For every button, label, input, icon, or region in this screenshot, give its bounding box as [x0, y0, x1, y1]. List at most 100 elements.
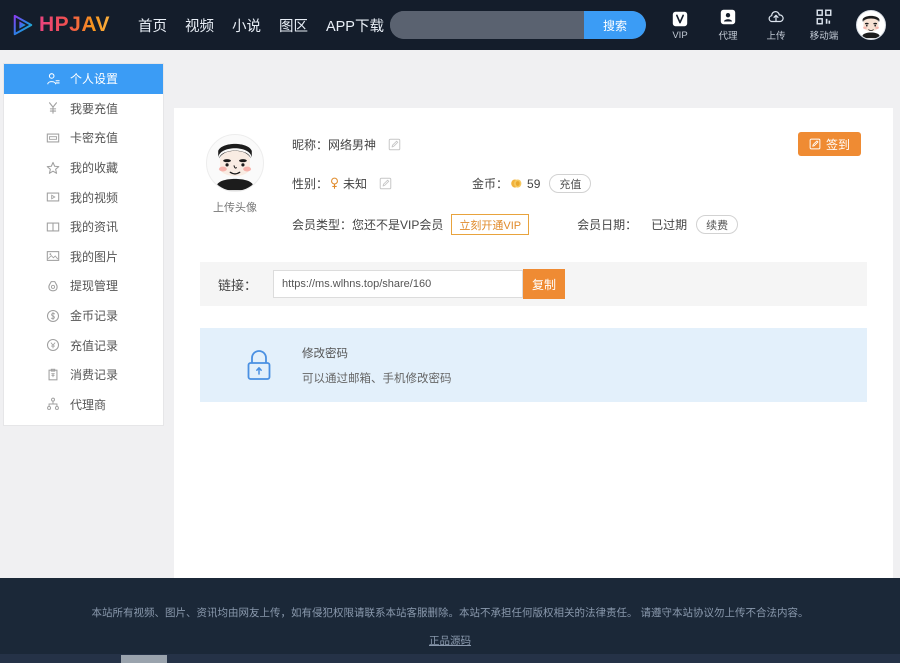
footer-disclaimer: 本站所有视频、图片、资讯均由网友上传，如有侵犯权限请联系本站客服删除。本站不承担…: [91, 607, 809, 619]
sidebar-label: 我的视频: [70, 190, 119, 205]
sidebar-label: 代理商: [70, 397, 107, 412]
sidebar-item-withdraw[interactable]: 提现管理: [4, 271, 163, 301]
agent-label: 代理: [718, 31, 738, 42]
nav-home[interactable]: 首页: [138, 15, 167, 36]
sidebar-item-card-recharge[interactable]: 卡密充值: [4, 123, 163, 153]
mobile-qr-icon: [816, 9, 832, 25]
play-triangle-icon: [13, 14, 33, 36]
agent-icon: [720, 9, 736, 25]
sidebar-item-agent[interactable]: 代理商: [4, 390, 163, 420]
scrollbar-thumb[interactable]: [121, 655, 167, 663]
sidebar-item-my-images[interactable]: 我的图片: [4, 242, 163, 272]
sidebar-label: 我要充值: [70, 101, 119, 116]
renew-button[interactable]: 续费: [696, 215, 739, 234]
avatar-face-icon: [857, 11, 885, 39]
image-icon: [46, 251, 60, 262]
sidebar-item-coin-records[interactable]: 金币记录: [4, 301, 163, 331]
nickname-label: 昵称：: [292, 138, 329, 152]
site-logo[interactable]: HPJAV: [12, 13, 110, 37]
member-type-value: 您还不是VIP会员: [352, 218, 444, 232]
sidebar: 个人设置 我要充值 卡密充值 我的收藏 我的视频 我的资讯 我的图片 提现管理 …: [3, 63, 164, 427]
coin-record-icon: [46, 309, 60, 322]
sidebar-label: 我的资讯: [70, 220, 119, 235]
gold-coin-icon: [511, 179, 522, 188]
video-icon: [46, 192, 60, 202]
gender-label: 性别：: [292, 177, 329, 191]
footer-source-link[interactable]: 正品源码: [429, 633, 471, 648]
edit-pencil-icon[interactable]: [388, 138, 401, 151]
site-header: HPJAV 首页 视频 小说 图区 APP下载 搜索 VIP 代理 上传 移动端: [0, 0, 900, 50]
gender-value: 未知: [343, 177, 368, 191]
agent-tree-icon: [47, 397, 59, 411]
sidebar-item-personal-settings[interactable]: 个人设置: [4, 64, 163, 94]
sidebar-item-recharge-records[interactable]: 充值记录: [4, 330, 163, 360]
sidebar-item-favorites[interactable]: 我的收藏: [4, 153, 163, 183]
header-icon-group: VIP 代理 上传 移动端: [664, 8, 840, 42]
sidebar-label: 我的图片: [70, 249, 119, 264]
page-root: HPJAV 首页 视频 小说 图区 APP下载 搜索 VIP 代理 上传 移动端…: [0, 0, 900, 663]
money-bag-icon: [48, 281, 58, 292]
mobile-label: 移动端: [809, 31, 839, 42]
copy-link-button[interactable]: 复制: [523, 269, 566, 299]
open-vip-button[interactable]: 立刻开通VIP: [451, 214, 530, 235]
sidebar-label: 金币记录: [70, 309, 119, 324]
membership-row: 会员类型： 您还不是VIP会员 立刻开通VIP 会员日期： 已过期 续费: [292, 214, 893, 235]
gender-row: 性别： 未知 金币： 59 充值: [292, 174, 893, 193]
sidebar-item-my-videos[interactable]: 我的视频: [4, 182, 163, 212]
check-in-button[interactable]: 签到: [797, 132, 861, 156]
change-password-card[interactable]: 修改密码 可以通过邮箱、手机修改密码: [200, 328, 867, 402]
search-bar: 搜索: [390, 11, 646, 39]
sidebar-label: 充值记录: [70, 338, 119, 353]
vip-label: VIP: [672, 29, 688, 41]
profile-avatar[interactable]: [206, 134, 264, 192]
recharge-button[interactable]: 充值: [549, 174, 592, 193]
check-in-label: 签到: [825, 137, 850, 152]
avatar-face-icon: [207, 135, 263, 191]
share-link-section: 链接： 复制: [200, 262, 867, 306]
profile-info: 昵称： 网络男神 性别： 未知 金币： 59 充值 会员类型： 您还不是VIP会…: [274, 132, 893, 235]
lock-icon: [247, 350, 271, 380]
profile-section: 上传头像 昵称： 网络男神 性别： 未知 金币： 59 充值 会员类型： 您还不…: [174, 108, 893, 235]
agent-entry[interactable]: 代理: [712, 8, 744, 42]
content-card: 上传头像 昵称： 网络男神 性别： 未知 金币： 59 充值 会员类型： 您还不…: [174, 108, 893, 595]
change-password-subtitle: 可以通过邮箱、手机修改密码: [302, 372, 452, 385]
sidebar-list: 个人设置 我要充值 卡密充值 我的收藏 我的视频 我的资讯 我的图片 提现管理 …: [4, 64, 163, 419]
main-nav: 首页 视频 小说 图区 APP下载: [138, 15, 384, 36]
search-input[interactable]: [390, 11, 584, 39]
nickname-value: 网络男神: [328, 138, 377, 152]
upload-label: 上传: [766, 31, 786, 42]
avatar[interactable]: [856, 10, 886, 40]
vip-entry[interactable]: VIP: [664, 10, 696, 41]
sidebar-item-recharge[interactable]: 我要充值: [4, 94, 163, 124]
upload-entry[interactable]: 上传: [760, 8, 792, 42]
mobile-entry[interactable]: 移动端: [808, 8, 840, 42]
recharge-record-icon: [46, 339, 60, 352]
sidebar-item-my-news[interactable]: 我的资讯: [4, 212, 163, 242]
nav-gallery[interactable]: 图区: [279, 15, 308, 36]
upload-icon: [768, 10, 784, 23]
nav-app-download[interactable]: APP下载: [326, 15, 384, 36]
edit-pencil-icon[interactable]: [379, 177, 392, 190]
member-date-label: 会员日期：: [577, 218, 638, 232]
vip-icon: [672, 11, 688, 26]
sidebar-item-consume-records[interactable]: 消费记录: [4, 360, 163, 390]
sidebar-label: 个人设置: [70, 72, 119, 87]
site-footer: 本站所有视频、图片、资讯均由网友上传，如有侵犯权限请联系本站客服删除。本站不承担…: [0, 578, 900, 663]
nav-novel[interactable]: 小说: [232, 15, 261, 36]
book-icon: [46, 222, 60, 232]
nav-video[interactable]: 视频: [185, 15, 214, 36]
sidebar-label: 消费记录: [70, 368, 119, 383]
search-button[interactable]: 搜索: [584, 11, 646, 39]
member-type-label: 会员类型：: [292, 218, 353, 232]
change-password-title: 修改密码: [302, 347, 348, 360]
edit-pencil-icon: [809, 138, 821, 150]
sidebar-label: 提现管理: [70, 279, 119, 294]
coin-label: 金币：: [472, 177, 509, 191]
card-recharge-icon: [46, 133, 60, 143]
avatar-upload-label: 上传头像: [213, 202, 257, 214]
horizontal-scrollbar[interactable]: [0, 654, 900, 663]
user-settings-icon: [47, 72, 60, 85]
member-date-value: 已过期: [651, 218, 688, 232]
avatar-upload-block[interactable]: 上传头像: [196, 134, 274, 235]
share-link-input[interactable]: [273, 270, 524, 298]
